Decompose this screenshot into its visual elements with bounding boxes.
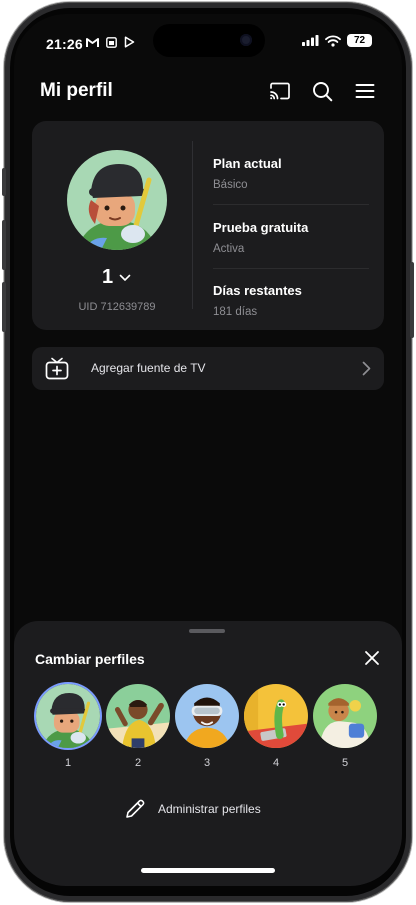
play-store-icon	[124, 36, 135, 48]
avatar[interactable]	[67, 150, 167, 250]
tv-add-icon	[45, 357, 69, 380]
profile-number: 2	[134, 757, 142, 769]
home-indicator[interactable]	[141, 868, 275, 873]
divider	[213, 204, 369, 205]
plan-value: Básico	[213, 179, 248, 191]
sheet-title: Cambiar perfiles	[35, 651, 145, 667]
system-indicators: 72	[302, 34, 372, 47]
close-icon[interactable]	[362, 648, 382, 668]
status-bar: 21:26 72	[14, 14, 402, 70]
profile-item[interactable]: 4	[244, 684, 308, 769]
plan-label: Plan actual	[213, 156, 282, 171]
profile-number: 1	[64, 757, 72, 769]
profile-avatar	[313, 684, 377, 748]
calendar-icon	[106, 37, 117, 48]
power-button	[410, 262, 414, 338]
days-info: Días restantes 181 días	[213, 283, 369, 318]
signal-icon	[302, 35, 319, 46]
trial-value: Activa	[213, 243, 245, 255]
wifi-icon	[325, 34, 341, 47]
user-id: UID 712639789	[78, 301, 156, 313]
profile-name: 1	[102, 266, 114, 288]
dynamic-island	[153, 24, 265, 57]
action-button	[2, 168, 6, 196]
profile-number: 4	[272, 757, 280, 769]
profile-number: 5	[341, 757, 349, 769]
profile-avatar	[106, 684, 170, 748]
add-tv-source-label: Agregar fuente de TV	[91, 361, 206, 375]
profile-avatar	[36, 684, 100, 748]
search-icon[interactable]	[309, 78, 335, 104]
chevron-right-icon	[362, 361, 371, 376]
trial-info: Prueba gratuita Activa	[213, 220, 369, 255]
profile-selector[interactable]: 1	[102, 266, 131, 289]
card-divider	[192, 141, 193, 309]
manage-profiles-button[interactable]: Administrar perfiles	[124, 798, 261, 820]
app-screen: 21:26 72 Mi perfil 1 UID 712639789 Plan …	[14, 14, 402, 886]
manage-profiles-label: Administrar perfiles	[158, 802, 261, 816]
days-value: 181 días	[213, 306, 258, 318]
profile-avatar	[175, 684, 239, 748]
sheet-grabber[interactable]	[189, 629, 225, 633]
profile-item[interactable]: 2	[106, 684, 170, 769]
volume-up-button	[2, 220, 6, 270]
plan-info: Plan actual Básico	[213, 156, 369, 191]
profile-item[interactable]: 1	[36, 684, 100, 769]
front-camera	[240, 34, 252, 46]
switch-profiles-sheet: Cambiar perfiles 1 2 3 4 5 Administrar p…	[14, 621, 402, 886]
profile-list: 1 2 3 4 5	[14, 684, 402, 776]
profile-item[interactable]: 5	[313, 684, 377, 769]
profile-number: 3	[203, 757, 211, 769]
volume-down-button	[2, 282, 6, 332]
add-tv-source-button[interactable]: Agregar fuente de TV	[32, 347, 384, 390]
trial-label: Prueba gratuita	[213, 220, 309, 235]
notification-icons	[86, 36, 135, 48]
battery-indicator: 72	[347, 34, 372, 47]
menu-icon[interactable]	[352, 78, 378, 104]
divider	[213, 268, 369, 269]
status-time: 21:26	[46, 36, 83, 52]
gmail-icon	[86, 37, 99, 47]
page-title: Mi perfil	[40, 80, 113, 101]
cast-icon[interactable]	[267, 78, 293, 104]
profile-item[interactable]: 3	[175, 684, 239, 769]
days-label: Días restantes	[213, 283, 302, 298]
chevron-down-icon	[119, 274, 131, 281]
profile-avatar	[244, 684, 308, 748]
profile-card: 1 UID 712639789 Plan actual Básico Prueb…	[32, 121, 384, 330]
pencil-icon	[126, 799, 145, 818]
